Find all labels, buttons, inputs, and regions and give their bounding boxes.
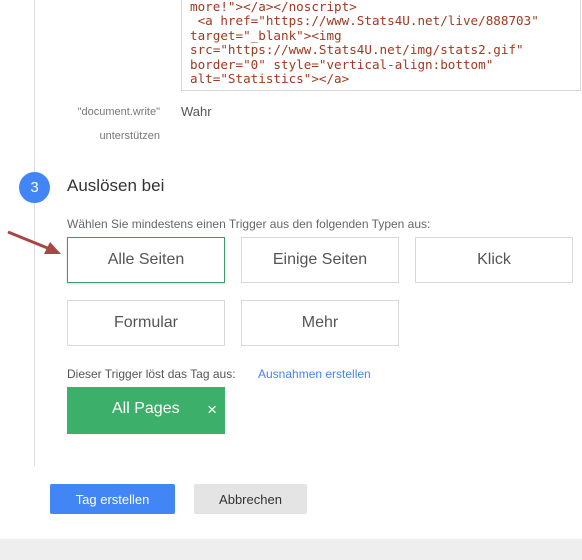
create-exceptions-link[interactable]: Ausnahmen erstellen	[258, 367, 371, 381]
trigger-type-mehr[interactable]: Mehr	[241, 300, 399, 346]
close-icon[interactable]: ×	[207, 400, 217, 420]
trigger-type-einige-seiten[interactable]: Einige Seiten	[241, 237, 399, 283]
code-content: more!"></a></noscript> <a href="https://…	[190, 0, 539, 87]
trigger-fires-label: Dieser Trigger löst das Tag aus:	[67, 367, 236, 381]
cancel-button[interactable]: Abbrechen	[194, 484, 307, 514]
trigger-chip-label: All Pages	[112, 400, 180, 417]
document-write-label: "document.write"	[77, 106, 160, 118]
step-number-badge: 3	[19, 172, 50, 203]
trigger-hint: Wählen Sie mindestens einen Trigger aus …	[67, 217, 431, 231]
footer-bar	[0, 539, 582, 560]
trigger-type-formular[interactable]: Formular	[67, 300, 225, 346]
trigger-type-klick[interactable]: Klick	[415, 237, 573, 283]
document-write-value[interactable]: Wahr	[181, 104, 212, 119]
trigger-type-alle-seiten[interactable]: Alle Seiten	[67, 237, 225, 283]
trigger-chip-all-pages[interactable]: All Pages ×	[67, 387, 225, 434]
create-tag-button[interactable]: Tag erstellen	[50, 484, 175, 514]
code-textarea[interactable]: more!"></a></noscript> <a href="https://…	[181, 0, 581, 91]
document-write-label-line2: unterstützen	[99, 130, 160, 142]
pointer-arrow-icon	[7, 230, 61, 254]
section-title: Auslösen bei	[67, 176, 165, 195]
